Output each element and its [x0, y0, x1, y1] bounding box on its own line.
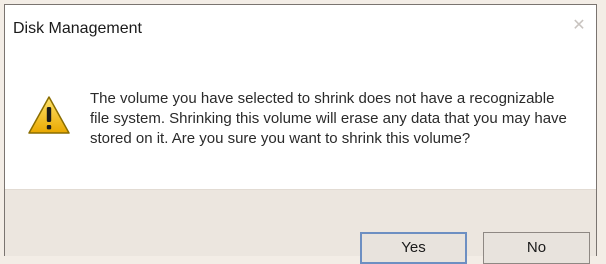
dialog-content: The volume you have selected to shrink d…: [5, 57, 596, 189]
title-bar[interactable]: Disk Management ✕: [5, 5, 596, 57]
close-button[interactable]: ✕: [568, 15, 590, 37]
no-button[interactable]: No: [483, 232, 590, 264]
window-title: Disk Management: [13, 20, 142, 37]
message-dialog: Disk Management ✕ The volume you have se…: [4, 4, 597, 264]
warning-icon: [28, 96, 70, 134]
yes-button[interactable]: Yes: [360, 232, 467, 264]
dialog-message: The volume you have selected to shrink d…: [90, 90, 567, 147]
button-bar: Yes No: [5, 189, 596, 264]
